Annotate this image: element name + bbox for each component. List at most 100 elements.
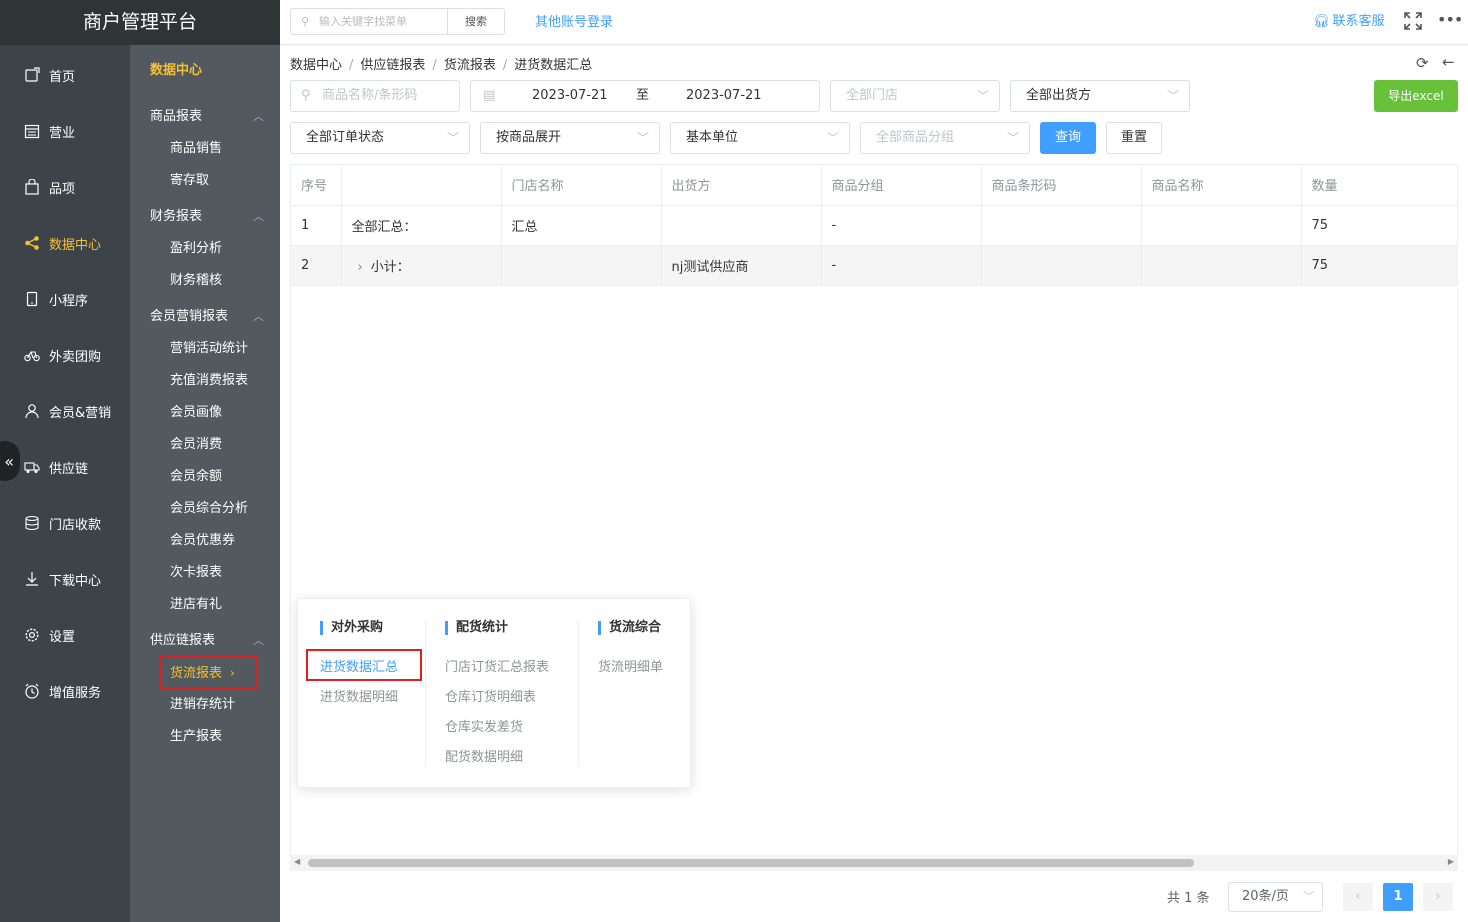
subnav-item[interactable]: 会员画像 [130, 397, 280, 429]
contact-service-link[interactable]: 🎧︎ 联系客服 [1313, 0, 1385, 44]
download-icon [23, 570, 41, 588]
prev-page-button[interactable]: ‹ [1343, 883, 1373, 911]
subnav-item[interactable]: 营销活动统计 [130, 333, 280, 365]
chevron-up-icon: ︿ [253, 210, 264, 223]
unit-select[interactable]: 基本单位 ﹀ [670, 122, 850, 154]
subnav-group-finance-reports[interactable]: 财务报表 ︿ [130, 201, 280, 233]
submenu-item-purchase-summary[interactable]: 进货数据汇总 [306, 649, 422, 687]
date-start[interactable]: 2023-07-21 [532, 81, 608, 111]
chevron-down-icon: ﹀ [1303, 890, 1314, 903]
subnav-group-supply-reports[interactable]: 供应链报表 ︿ [130, 625, 280, 657]
submenu-item[interactable]: 配货数据明细 [445, 747, 549, 777]
export-excel-button[interactable]: 导出excel [1374, 80, 1458, 112]
column-header[interactable]: 序号 [291, 165, 342, 206]
store-select[interactable]: 全部门店 ﹀ [830, 80, 1000, 112]
next-page-button[interactable]: › [1423, 883, 1453, 911]
breadcrumb-item[interactable]: 供应链报表 [360, 58, 425, 73]
group-select[interactable]: 全部商品分组 ﹀ [860, 122, 1030, 154]
back-arrow-icon[interactable]: ← [1442, 53, 1455, 71]
fullscreen-icon[interactable] [1404, 12, 1422, 35]
date-range-picker[interactable]: ▤ 2023-07-21 至 2023-07-21 [470, 80, 820, 112]
scrollbar-thumb[interactable] [308, 859, 1194, 867]
submenu-item[interactable]: 仓库订货明细表 [445, 687, 549, 717]
nav-item-products[interactable]: 品项 [0, 159, 130, 215]
nav-item-members[interactable]: 会员&营销 [0, 383, 130, 439]
scroll-left-icon[interactable]: ◀ [294, 857, 300, 866]
expand-value: 按商品展开 [496, 130, 562, 145]
headset-icon: 🎧︎ [1313, 14, 1330, 29]
column-header[interactable]: 数量 [1301, 165, 1457, 206]
subnav-item[interactable]: 充值消费报表 [130, 365, 280, 397]
calendar-icon [23, 122, 41, 140]
column-header[interactable]: 门店名称 [501, 165, 662, 206]
subnav-item[interactable]: 进销存统计 [130, 689, 280, 721]
column-header[interactable]: 出货方 [661, 165, 822, 206]
subnav-item[interactable]: 盈利分析 [130, 233, 280, 265]
submenu-item[interactable]: 仓库实发差货 [445, 717, 549, 747]
nav-item-settings[interactable]: 设置 [0, 607, 130, 663]
nav-label: 外卖团购 [49, 349, 102, 365]
submenu-item[interactable]: 门店订货汇总报表 [445, 657, 549, 687]
nav-item-download-center[interactable]: 下载中心 [0, 551, 130, 607]
query-button[interactable]: 查询 [1040, 122, 1096, 154]
chevron-down-icon: ﹀ [636, 131, 649, 145]
menu-search-button[interactable]: 搜索 [448, 8, 505, 35]
refresh-icon[interactable]: ⟳ [1416, 54, 1429, 72]
nav-item-data-center[interactable]: 数据中心 [0, 215, 130, 271]
date-separator: 至 [636, 88, 650, 103]
subnav-item-flow-report[interactable]: 货流报表 › [130, 656, 280, 690]
table-cell: 75 [1301, 245, 1457, 286]
sidebar-collapse-button[interactable]: « [0, 441, 20, 481]
shipper-select[interactable]: 全部出货方 ﹀ [1010, 80, 1190, 112]
page-size-select[interactable]: 20条/页 ﹀ [1228, 882, 1323, 912]
more-icon[interactable]: ••• [1437, 10, 1463, 29]
breadcrumb-item[interactable]: 数据中心 [290, 58, 342, 73]
column-header[interactable]: 商品分组 [821, 165, 982, 206]
table-row[interactable]: 2 › 小计： nj测试供应商 - 75 [291, 245, 1457, 286]
subnav-item[interactable]: 会员综合分析 [130, 493, 280, 525]
date-end[interactable]: 2023-07-21 [686, 81, 762, 111]
breadcrumb-item[interactable]: 货流报表 [444, 58, 496, 73]
table-cell [981, 205, 1142, 246]
breadcrumb-item-current: 进货数据汇总 [514, 58, 593, 73]
subnav-group-product-reports[interactable]: 商品报表 ︿ [130, 101, 280, 133]
nav-item-store-payment[interactable]: 门店收款 [0, 495, 130, 551]
column-header[interactable]: 商品名称 [1141, 165, 1302, 206]
nav-label: 供应链 [49, 461, 89, 477]
subnav-item[interactable]: 寄存取 [130, 165, 280, 197]
horizontal-scrollbar[interactable]: ◀ ▶ [290, 855, 1458, 871]
page-number-current[interactable]: 1 [1383, 883, 1413, 911]
scroll-right-icon[interactable]: ▶ [1448, 857, 1454, 866]
table-cell: 汇总 [501, 205, 662, 246]
subnav-item[interactable]: 商品销售 [130, 133, 280, 165]
subnav-item[interactable]: 次卡报表 [130, 557, 280, 589]
column-header[interactable] [341, 165, 502, 206]
menu-search-input[interactable]: ⚲ 输入关键字找菜单 [290, 8, 448, 35]
subnav-item[interactable]: 会员余额 [130, 461, 280, 493]
submenu-item[interactable]: 进货数据明细 [320, 687, 398, 717]
nav-item-value-added[interactable]: 增值服务 [0, 663, 130, 719]
nav-item-miniprogram[interactable]: 小程序 [0, 271, 130, 327]
subnav-group-member-reports[interactable]: 会员营销报表 ︿ [130, 301, 280, 333]
subnav-item[interactable]: 财务稽核 [130, 265, 280, 297]
subnav-item[interactable]: 进店有礼 [130, 589, 280, 621]
expand-row-icon[interactable]: › [358, 260, 363, 275]
nav-item-takeout[interactable]: 外卖团购 [0, 327, 130, 383]
expand-mode-select[interactable]: 按商品展开 ﹀ [480, 122, 660, 154]
subnav-item[interactable]: 会员消费 [130, 429, 280, 461]
order-status-select[interactable]: 全部订单状态 ﹀ [290, 122, 470, 154]
other-account-login-link[interactable]: 其他账号登录 [535, 0, 613, 45]
nav-item-business[interactable]: 营业 [0, 103, 130, 159]
phone-icon [23, 290, 41, 308]
search-icon: ⚲ [301, 15, 310, 28]
reset-button[interactable]: 重置 [1106, 122, 1162, 154]
subnav-item[interactable]: 会员优惠券 [130, 525, 280, 557]
submenu-item[interactable]: 货流明细单 [598, 657, 663, 687]
nav-item-home[interactable]: 首页 [0, 47, 130, 103]
product-search-input[interactable]: ⚲ 商品名称/条形码 [290, 80, 460, 112]
table-row[interactable]: 1 全部汇总： 汇总 - 75 [291, 205, 1457, 246]
divider [425, 621, 426, 766]
column-header[interactable]: 商品条形码 [981, 165, 1142, 206]
subnav-item[interactable]: 生产报表 [130, 721, 280, 753]
table-cell [1141, 245, 1302, 286]
